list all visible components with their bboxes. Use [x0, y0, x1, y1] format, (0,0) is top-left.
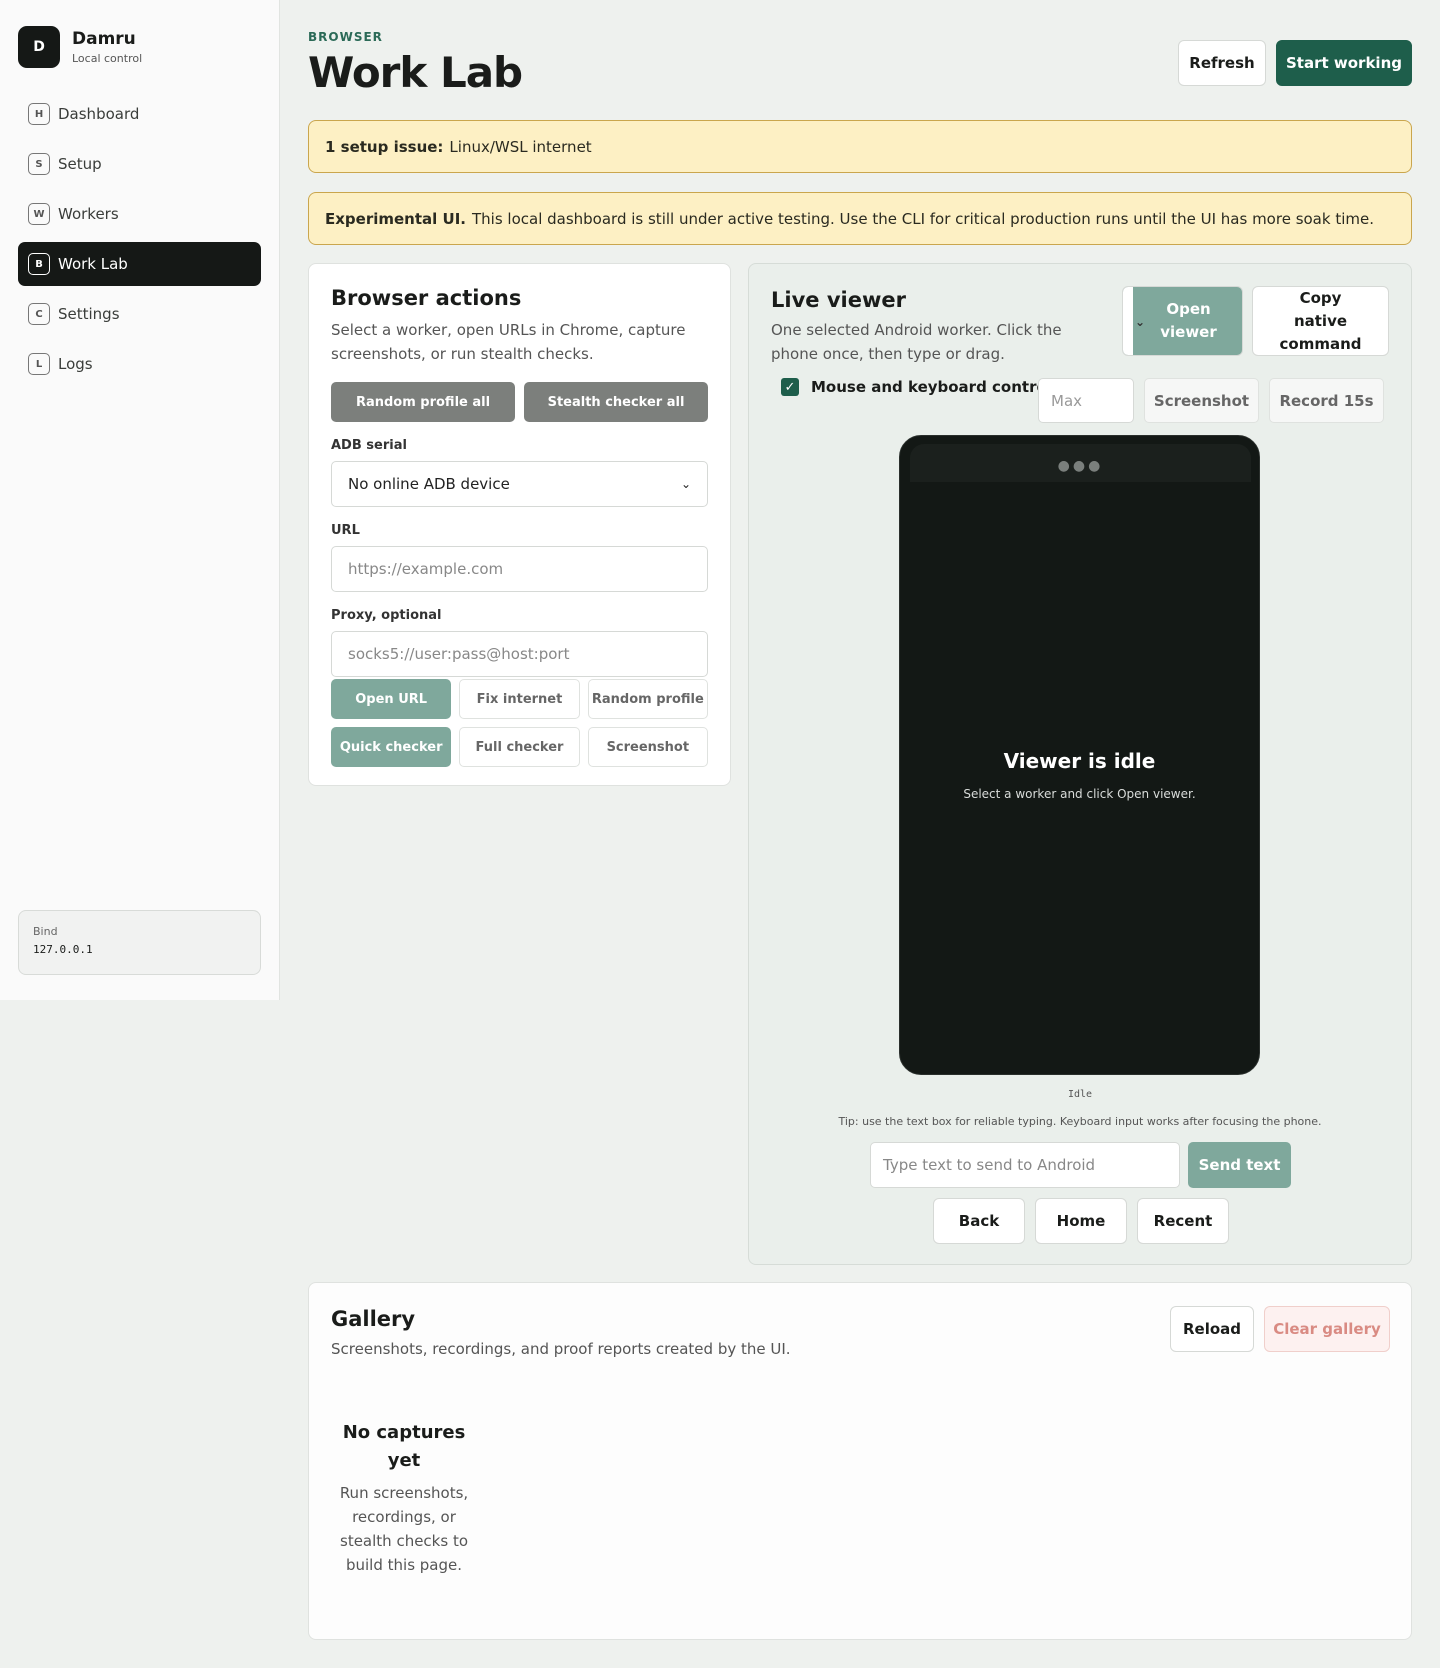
- chevron-down-icon: ⌄: [1135, 315, 1146, 329]
- random-profile-all-button[interactable]: Random profile all: [331, 382, 515, 422]
- sidebar-item-label: Dashboard: [58, 105, 140, 123]
- max-input[interactable]: Max: [1038, 378, 1134, 423]
- logs-key-icon: L: [28, 353, 50, 375]
- empty-title: No captures yet: [342, 1422, 466, 1471]
- gallery-title: Gallery: [331, 1307, 416, 1331]
- brand: D Damru Local control: [18, 26, 142, 68]
- idle-subtitle: Select a worker and click Open viewer.: [963, 787, 1196, 801]
- brand-logo: D: [18, 26, 60, 68]
- control-label: Mouse and keyboard control: [811, 378, 1052, 396]
- recent-button[interactable]: Recent: [1137, 1198, 1229, 1244]
- copy-native-label: Copy native command: [1279, 288, 1362, 353]
- stealth-checker-all-button[interactable]: Stealth checker all: [524, 382, 708, 422]
- sidebar-item-workers[interactable]: W Workers: [18, 192, 261, 236]
- open-viewer-button[interactable]: ⌄ Open viewer: [1122, 286, 1243, 356]
- brand-subtitle: Local control: [72, 52, 143, 65]
- phone-status-bar: ●●●: [910, 444, 1251, 482]
- sidebar-item-label: Workers: [58, 205, 119, 223]
- page-title: Work Lab: [308, 48, 523, 97]
- url-label: URL: [331, 523, 360, 538]
- setup-issue-banner: 1 setup issue: Linux/WSL internet: [308, 120, 1412, 173]
- reload-button[interactable]: Reload: [1170, 1306, 1254, 1352]
- gallery-empty-state: No captures yet Run screenshots, recordi…: [339, 1419, 469, 1577]
- copy-native-command-button[interactable]: Copy native command: [1252, 286, 1389, 356]
- open-viewer-label: Open viewer: [1160, 300, 1217, 341]
- gallery-desc: Screenshots, recordings, and proof repor…: [331, 1340, 791, 1358]
- experimental-label: Experimental UI.: [325, 209, 466, 228]
- url-input[interactable]: https://example.com: [331, 546, 708, 592]
- sidebar-item-label: Logs: [58, 355, 93, 373]
- proxy-label: Proxy, optional: [331, 608, 442, 623]
- sidebar-item-label: Settings: [58, 305, 120, 323]
- random-profile-button[interactable]: Random profile: [587, 679, 708, 719]
- dots-icon: ●●●: [1057, 458, 1104, 474]
- fix-internet-button[interactable]: Fix internet: [459, 679, 580, 719]
- check-icon[interactable]: ✓: [781, 378, 799, 396]
- back-button[interactable]: Back: [933, 1198, 1025, 1244]
- adb-serial-select[interactable]: No online ADB device ⌄: [331, 461, 708, 507]
- live-viewer-desc: One selected Android worker. Click the p…: [771, 321, 1062, 363]
- gallery-card: Gallery Screenshots, recordings, and pro…: [308, 1282, 1412, 1640]
- sidebar: D Damru Local control H Dashboard S Setu…: [0, 0, 280, 1000]
- proxy-input[interactable]: socks5://user:pass@host:port: [331, 631, 708, 677]
- experimental-banner: Experimental UI. This local dashboard is…: [308, 192, 1412, 245]
- idle-title: Viewer is idle: [1003, 749, 1156, 773]
- browser-actions-card: Browser actions Select a worker, open UR…: [308, 263, 731, 786]
- typing-tip: Tip: use the text box for reliable typin…: [838, 1115, 1322, 1128]
- live-viewer-title: Live viewer: [771, 288, 906, 312]
- settings-key-icon: C: [28, 303, 50, 325]
- setup-key-icon: S: [28, 153, 50, 175]
- screenshot-button[interactable]: Screenshot: [587, 727, 708, 767]
- send-text-button[interactable]: Send text: [1188, 1142, 1291, 1188]
- sidebar-item-dashboard[interactable]: H Dashboard: [18, 92, 261, 136]
- dashboard-key-icon: H: [28, 103, 50, 125]
- adb-serial-value: No online ADB device: [348, 475, 510, 493]
- start-working-button[interactable]: Start working: [1276, 40, 1412, 86]
- sidebar-item-settings[interactable]: C Settings: [18, 292, 261, 336]
- home-button[interactable]: Home: [1035, 1198, 1127, 1244]
- open-url-button[interactable]: Open URL: [331, 679, 452, 719]
- sidebar-item-label: Setup: [58, 155, 102, 173]
- chevron-down-icon: ⌄: [680, 477, 691, 491]
- viewer-screenshot-button[interactable]: Screenshot: [1144, 378, 1259, 423]
- workers-key-icon: W: [28, 203, 50, 225]
- bind-address: 127.0.0.1: [33, 943, 93, 956]
- full-checker-button[interactable]: Full checker: [459, 727, 580, 767]
- sidebar-item-work-lab[interactable]: B Work Lab: [18, 242, 261, 286]
- empty-subtitle: Run screenshots, recordings, or stealth …: [339, 1484, 469, 1574]
- page-eyebrow: BROWSER: [308, 30, 383, 44]
- open-viewer-dropdown[interactable]: [1123, 287, 1133, 355]
- sidebar-item-label: Work Lab: [58, 255, 128, 273]
- work-lab-key-icon: B: [28, 253, 50, 275]
- setup-issue-count: 1 setup issue:: [325, 137, 444, 156]
- quick-checker-button[interactable]: Quick checker: [331, 727, 452, 767]
- bind-label: Bind: [33, 925, 58, 938]
- adb-serial-label: ADB serial: [331, 438, 407, 453]
- bind-info: Bind 127.0.0.1: [18, 910, 261, 975]
- send-text-input[interactable]: Type text to send to Android: [870, 1142, 1180, 1188]
- viewer-status: Idle: [1067, 1089, 1093, 1100]
- live-viewer-card: Live viewer One selected Android worker.…: [748, 263, 1412, 1265]
- sidebar-item-logs[interactable]: L Logs: [18, 342, 261, 386]
- sidebar-nav: H Dashboard S Setup W Workers B Work Lab…: [18, 92, 261, 392]
- phone-screen[interactable]: ●●● Viewer is idle Select a worker and c…: [899, 435, 1260, 1075]
- sidebar-item-setup[interactable]: S Setup: [18, 142, 261, 186]
- clear-gallery-button[interactable]: Clear gallery: [1264, 1306, 1390, 1352]
- browser-actions-title: Browser actions: [331, 286, 522, 310]
- brand-name: Damru: [72, 29, 136, 49]
- control-toggle[interactable]: ✓ Mouse and keyboard control: [781, 378, 1052, 396]
- experimental-text: This local dashboard is still under acti…: [471, 209, 1374, 228]
- refresh-button[interactable]: Refresh: [1178, 40, 1266, 86]
- browser-actions-desc: Select a worker, open URLs in Chrome, ca…: [331, 321, 686, 363]
- setup-issue-text: Linux/WSL internet: [449, 137, 592, 156]
- record-button[interactable]: Record 15s: [1269, 378, 1384, 423]
